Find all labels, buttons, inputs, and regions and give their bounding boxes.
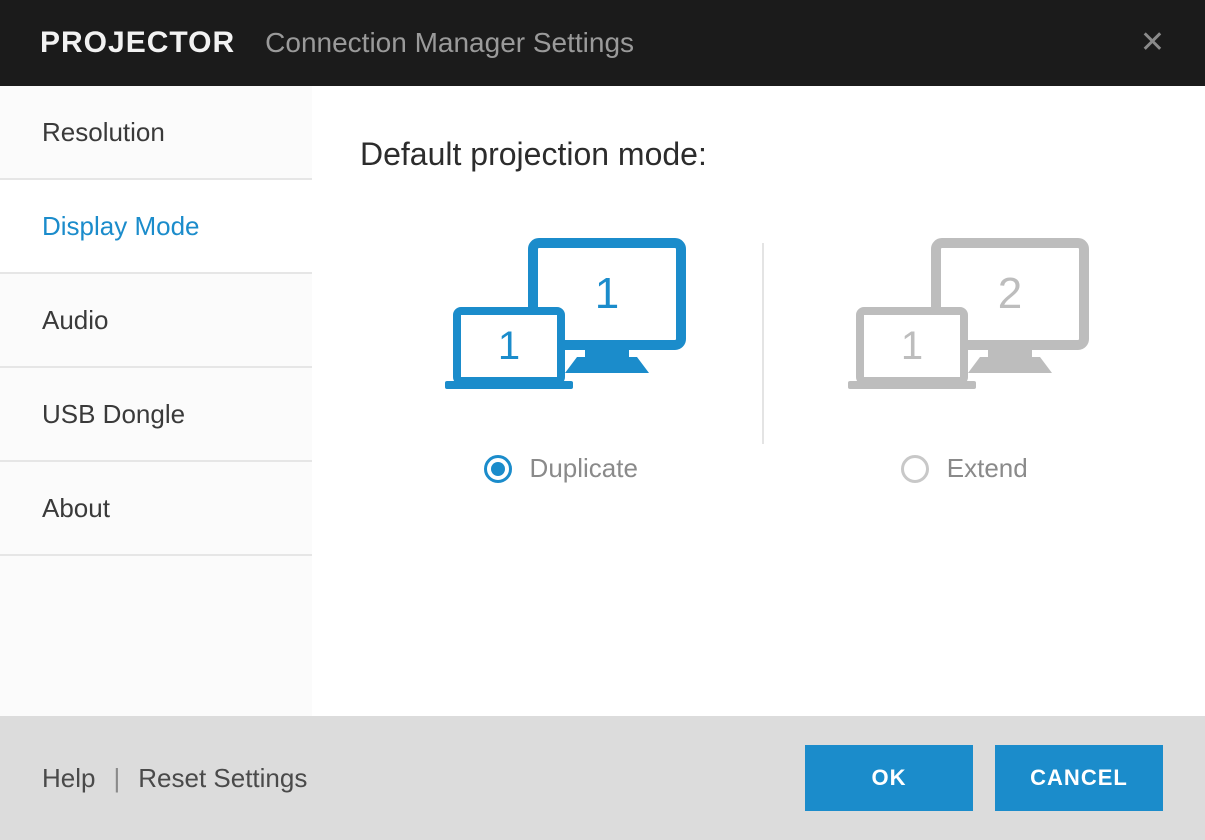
- reset-settings-link[interactable]: Reset Settings: [138, 763, 307, 794]
- main-panel: Default projection mode: 1 1: [312, 86, 1205, 716]
- help-link[interactable]: Help: [42, 763, 95, 794]
- section-heading: Default projection mode:: [360, 136, 1165, 173]
- duplicate-displays-icon: 1 1: [431, 233, 691, 413]
- option-extend[interactable]: 2 1 Extend: [764, 233, 1166, 484]
- option-label: Duplicate: [530, 453, 638, 484]
- laptop-number: 1: [901, 324, 923, 368]
- footer-separator: |: [113, 763, 120, 794]
- extend-displays-icon: 2 1: [834, 233, 1094, 413]
- settings-window: PROJECTOR Connection Manager Settings ✕ …: [0, 0, 1205, 840]
- sidebar-item-usb-dongle[interactable]: USB Dongle: [0, 368, 312, 462]
- sidebar-item-label: About: [42, 493, 110, 524]
- option-duplicate[interactable]: 1 1 Duplicate: [360, 233, 762, 484]
- sidebar-item-label: Display Mode: [42, 211, 200, 242]
- radio-icon: [484, 455, 512, 483]
- radio-extend[interactable]: Extend: [901, 453, 1028, 484]
- app-name: PROJECTOR: [40, 26, 235, 60]
- ok-button[interactable]: OK: [805, 745, 973, 811]
- radio-icon: [901, 455, 929, 483]
- sidebar-item-label: Audio: [42, 305, 109, 336]
- close-icon[interactable]: ✕: [1140, 28, 1165, 58]
- sidebar-item-audio[interactable]: Audio: [0, 274, 312, 368]
- sidebar-item-about[interactable]: About: [0, 462, 312, 556]
- sidebar-item-display-mode[interactable]: Display Mode: [0, 180, 312, 274]
- sidebar-item-label: Resolution: [42, 117, 165, 148]
- footer-links: Help | Reset Settings: [42, 763, 307, 794]
- option-label: Extend: [947, 453, 1028, 484]
- projection-options: 1 1 Duplicate: [360, 233, 1165, 484]
- sidebar: Resolution Display Mode Audio USB Dongle…: [0, 86, 312, 716]
- footer: Help | Reset Settings OK CANCEL: [0, 716, 1205, 840]
- laptop-number: 1: [498, 324, 520, 368]
- sidebar-item-label: USB Dongle: [42, 399, 185, 430]
- monitor-number: 2: [998, 269, 1022, 318]
- cancel-button[interactable]: CANCEL: [995, 745, 1163, 811]
- footer-buttons: OK CANCEL: [805, 745, 1163, 811]
- sidebar-item-resolution[interactable]: Resolution: [0, 86, 312, 180]
- radio-duplicate[interactable]: Duplicate: [484, 453, 638, 484]
- window-subtitle: Connection Manager Settings: [265, 27, 634, 59]
- titlebar: PROJECTOR Connection Manager Settings ✕: [0, 0, 1205, 86]
- window-body: Resolution Display Mode Audio USB Dongle…: [0, 86, 1205, 716]
- monitor-number: 1: [595, 269, 619, 318]
